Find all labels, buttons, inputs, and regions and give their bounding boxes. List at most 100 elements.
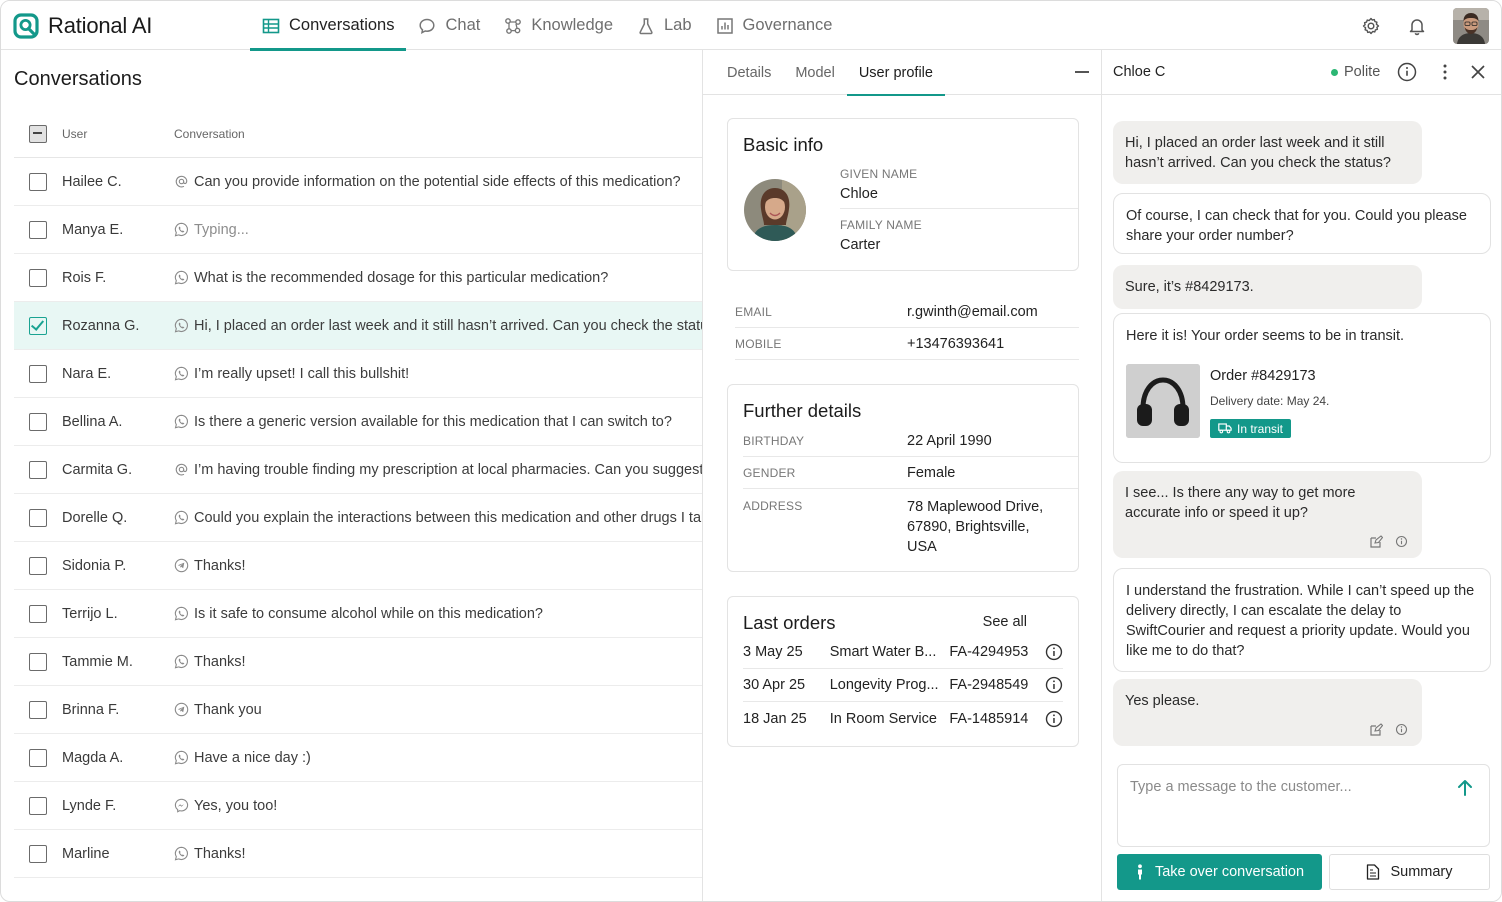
status-label: In transit bbox=[1237, 421, 1284, 436]
row-checkbox[interactable] bbox=[29, 460, 47, 479]
message-customer: I see... Is there any way to get more ac… bbox=[1113, 471, 1422, 558]
info-icon[interactable] bbox=[1045, 710, 1063, 728]
order-row[interactable]: 18 Jan 25 In Room Service FA-1485914 bbox=[743, 702, 1063, 735]
basic-info-title: Basic info bbox=[743, 134, 824, 155]
gender-row: GENDER Female bbox=[743, 457, 1078, 489]
row-checkbox[interactable] bbox=[29, 316, 47, 335]
message-text: Sure, it’s #8429173. bbox=[1125, 279, 1254, 295]
row-checkbox[interactable] bbox=[29, 748, 47, 767]
table-row[interactable]: Rozanna G. Hi, I placed an order last wee… bbox=[14, 302, 702, 350]
row-checkbox[interactable] bbox=[29, 604, 47, 623]
info-small-icon[interactable] bbox=[1395, 723, 1408, 736]
row-message: Thanks! bbox=[194, 845, 246, 862]
row-checkbox[interactable] bbox=[29, 268, 47, 287]
row-checkbox[interactable] bbox=[29, 556, 47, 575]
row-conversation: Typing... bbox=[174, 222, 249, 238]
last-orders-card: Last orders See all 3 May 25 Smart Water … bbox=[727, 596, 1079, 747]
order-row[interactable]: 3 May 25 Smart Water B... FA-4294953 bbox=[743, 636, 1063, 669]
row-message: Can you provide information on the poten… bbox=[194, 173, 681, 190]
chat-header: Chloe C Polite bbox=[1102, 50, 1501, 95]
address-line: USA bbox=[907, 539, 937, 555]
table-row[interactable]: Rois F. What is the recommended dosage fo… bbox=[14, 254, 702, 302]
send-arrow-icon[interactable] bbox=[1455, 778, 1475, 798]
table-row[interactable]: Carmita G. I’m having trouble finding my … bbox=[14, 446, 702, 494]
message-input[interactable] bbox=[1130, 779, 1450, 795]
table-row[interactable]: Manya E. Typing... bbox=[14, 206, 702, 254]
order-title: Order #8429173 bbox=[1210, 368, 1316, 384]
table-row[interactable]: Lynde F. Yes, you too! bbox=[14, 782, 702, 830]
edit-icon[interactable] bbox=[1370, 535, 1383, 548]
order-card[interactable]: Order #8429173 Delivery date: May 24. In… bbox=[1126, 364, 1478, 440]
nav-conversations[interactable]: Conversations bbox=[250, 1, 407, 51]
more-options-icon[interactable] bbox=[1435, 62, 1455, 82]
table-row[interactable]: Nara E. I’m really upset! I call this bul… bbox=[14, 350, 702, 398]
nav-chat[interactable]: Chat bbox=[406, 1, 492, 50]
row-message: Have a nice day :) bbox=[194, 749, 311, 766]
row-checkbox[interactable] bbox=[29, 412, 47, 431]
message-text: Of course, I can check that for you. Cou… bbox=[1126, 208, 1467, 244]
close-icon[interactable] bbox=[1468, 62, 1488, 82]
row-conversation: Thanks! bbox=[174, 654, 246, 670]
row-conversation: Thank you bbox=[174, 702, 262, 718]
edit-icon[interactable] bbox=[1370, 723, 1383, 736]
table-row[interactable]: Marline Thanks! bbox=[14, 830, 702, 878]
address-line: 78 Maplewood Drive, bbox=[907, 499, 1044, 515]
row-checkbox[interactable] bbox=[29, 844, 47, 863]
info-small-icon[interactable] bbox=[1395, 535, 1408, 548]
row-conversation: Is it safe to consume alcohol while on t… bbox=[174, 606, 543, 622]
table-row[interactable]: Hailee C. Can you provide information on … bbox=[14, 158, 702, 206]
row-checkbox[interactable] bbox=[29, 796, 47, 815]
gear-icon[interactable] bbox=[1361, 16, 1381, 36]
take-over-conversation-button[interactable]: Take over conversation bbox=[1117, 854, 1322, 890]
table-body: Hailee C. Can you provide information on … bbox=[14, 158, 702, 878]
table-row[interactable]: Dorelle Q. Could you explain the interact… bbox=[14, 494, 702, 542]
row-checkbox[interactable] bbox=[29, 364, 47, 383]
chart-box-icon bbox=[716, 17, 733, 34]
table-row[interactable]: Terrijo L. Is it safe to consume alcohol … bbox=[14, 590, 702, 638]
info-icon[interactable] bbox=[1045, 676, 1063, 694]
row-checkbox[interactable] bbox=[29, 508, 47, 527]
brand[interactable]: Rational AI bbox=[13, 13, 152, 39]
summary-button[interactable]: Summary bbox=[1329, 854, 1490, 890]
nav-knowledge[interactable]: Knowledge bbox=[492, 1, 625, 50]
whatsapp-icon bbox=[174, 366, 189, 381]
row-checkbox[interactable] bbox=[29, 172, 47, 191]
order-row[interactable]: 30 Apr 25 Longevity Prog... FA-2948549 bbox=[743, 669, 1063, 702]
family-name-value: Carter bbox=[840, 237, 881, 253]
minimize-panel-icon[interactable] bbox=[1075, 71, 1089, 73]
see-all-link[interactable]: See all bbox=[983, 614, 1027, 630]
table-row[interactable]: Magda A. Have a nice day :) bbox=[14, 734, 702, 782]
mobile-value[interactable]: +13476393641 bbox=[907, 336, 1004, 352]
nav-label: Chat bbox=[445, 16, 481, 34]
row-checkbox[interactable] bbox=[29, 700, 47, 719]
column-header-conversation[interactable]: Conversation bbox=[174, 127, 245, 141]
chat-customer-name: Chloe C bbox=[1113, 64, 1166, 80]
nav-lab[interactable]: Lab bbox=[625, 1, 704, 50]
info-icon[interactable] bbox=[1397, 62, 1417, 82]
user-avatar[interactable] bbox=[1453, 8, 1489, 44]
row-checkbox[interactable] bbox=[29, 652, 47, 671]
tab-details[interactable]: Details bbox=[715, 50, 783, 95]
address-row: ADDRESS 78 Maplewood Drive, 67890, Brigh… bbox=[743, 489, 1078, 557]
bell-icon[interactable] bbox=[1407, 16, 1427, 36]
row-message: Typing... bbox=[194, 221, 249, 238]
select-all-checkbox[interactable] bbox=[29, 124, 47, 143]
basic-info-card: Basic info GIVEN NAME Chloe FAMILY NAME bbox=[727, 118, 1079, 271]
row-checkbox[interactable] bbox=[29, 220, 47, 239]
row-user-name: Marline bbox=[62, 845, 110, 862]
tab-user-profile[interactable]: User profile bbox=[846, 50, 946, 96]
table-row[interactable]: Sidonia P. Thanks! bbox=[14, 542, 702, 590]
email-value[interactable]: r.gwinth@email.com bbox=[907, 304, 1038, 320]
gender-label: GENDER bbox=[743, 465, 796, 480]
message-agent: Of course, I can check that for you. Cou… bbox=[1113, 193, 1491, 254]
table-row[interactable]: Tammie M. Thanks! bbox=[14, 638, 702, 686]
order-item: Smart Water B... bbox=[829, 644, 937, 660]
info-icon[interactable] bbox=[1045, 643, 1063, 661]
table-row[interactable]: Bellina A. Is there a generic version ava… bbox=[14, 398, 702, 446]
nav-governance[interactable]: Governance bbox=[704, 1, 845, 50]
nav-label: Knowledge bbox=[531, 16, 613, 34]
order-delivery-date: Delivery date: May 24. bbox=[1210, 394, 1330, 408]
table-row[interactable]: Brinna F. Thank you bbox=[14, 686, 702, 734]
column-header-user[interactable]: User bbox=[62, 127, 174, 141]
tab-model[interactable]: Model bbox=[783, 50, 847, 95]
